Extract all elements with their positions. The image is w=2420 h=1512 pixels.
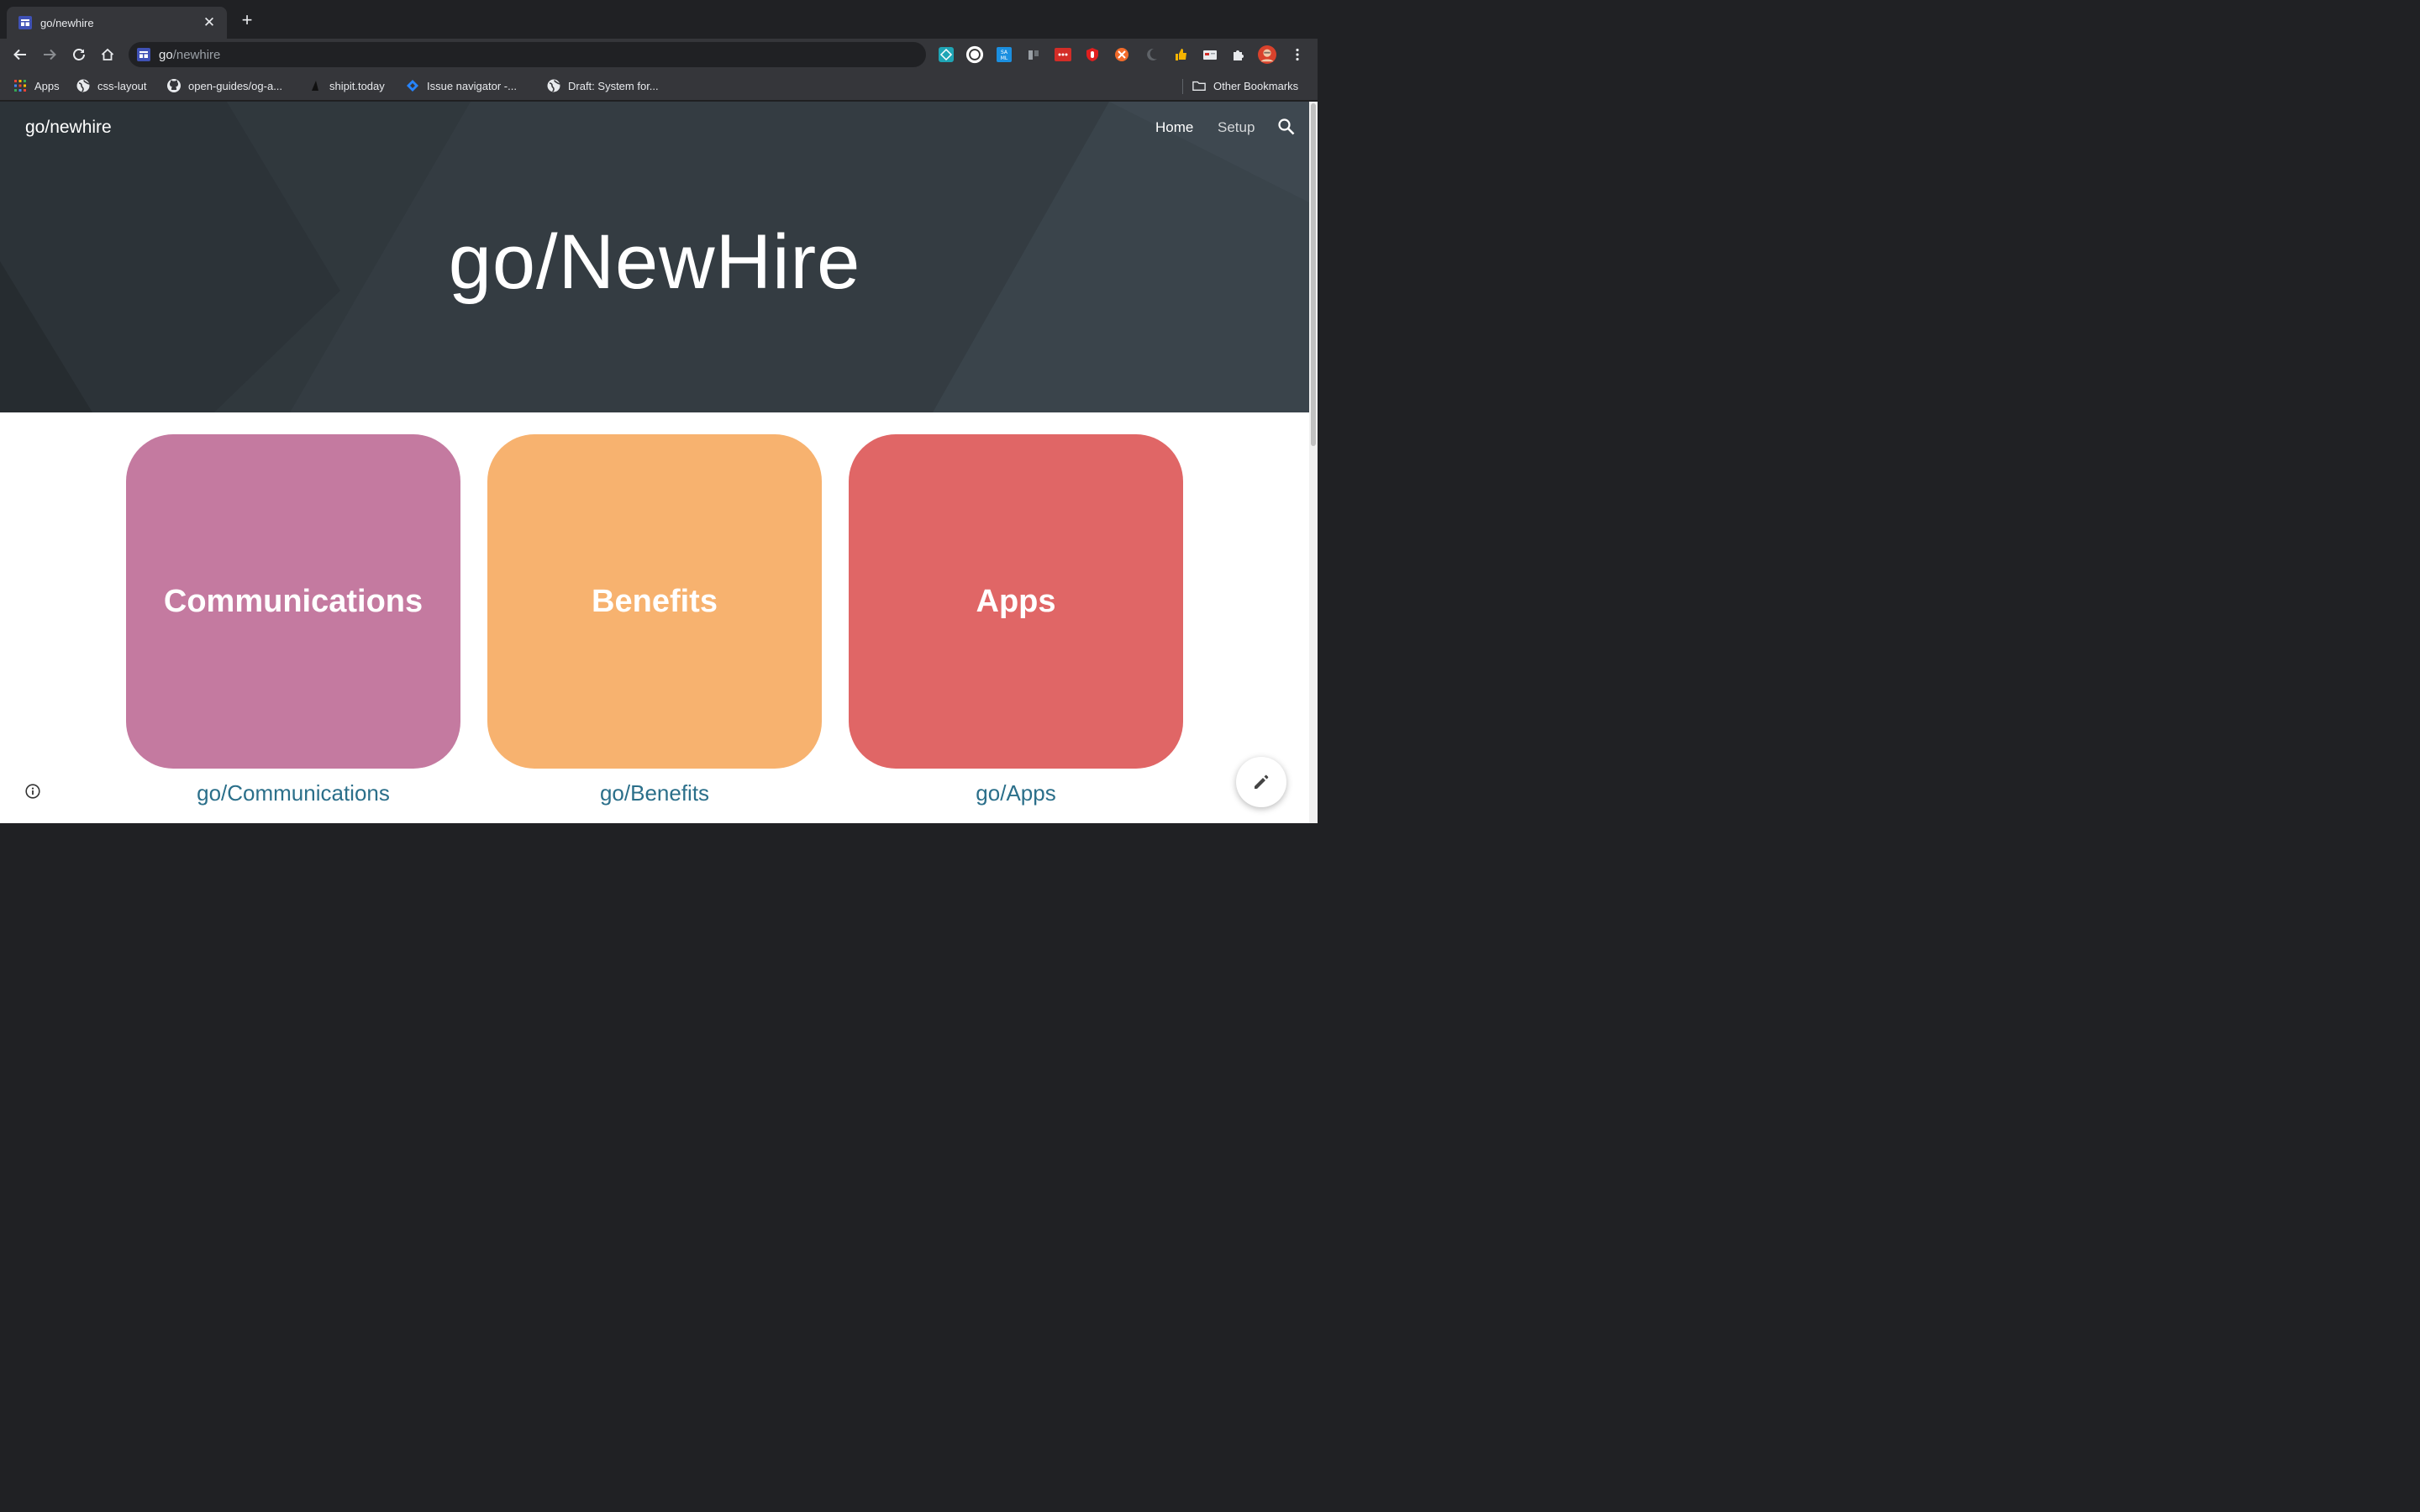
new-tab-icon[interactable]: +: [237, 11, 257, 31]
card-label: Apps: [976, 583, 1056, 619]
card-communications[interactable]: Communications: [126, 434, 460, 769]
sites-favicon-icon: [137, 48, 150, 61]
bookmark-label: Apps: [34, 79, 60, 92]
forward-icon[interactable]: [39, 45, 60, 65]
extension-teal-icon[interactable]: [937, 45, 955, 64]
extensions-puzzle-icon[interactable]: [1229, 45, 1248, 64]
info-icon[interactable]: [25, 784, 40, 799]
ublock-icon[interactable]: [1083, 45, 1102, 64]
bookmark-label: css-layout: [97, 79, 147, 92]
tab-strip: go/newhire ✕ +: [0, 0, 1318, 39]
lastpass-icon[interactable]: [1054, 45, 1072, 64]
nav-setup[interactable]: Setup: [1218, 119, 1255, 136]
other-bookmarks[interactable]: Other Bookmarks: [1192, 78, 1298, 93]
scrollbar-thumb[interactable]: [1311, 103, 1316, 446]
hero-title: go/NewHire: [448, 219, 861, 305]
folder-icon: [1192, 79, 1206, 92]
card-apps[interactable]: Apps: [849, 434, 1183, 769]
globe-icon: [547, 79, 560, 92]
extension-orange-icon[interactable]: [1113, 45, 1131, 64]
extension-circle-icon[interactable]: [965, 45, 984, 64]
bookmark-label: Issue navigator -...: [427, 79, 517, 92]
search-icon[interactable]: [1276, 117, 1297, 137]
jira-icon: [406, 79, 419, 92]
github-icon: [167, 79, 181, 92]
sites-favicon-icon: [18, 16, 32, 29]
reload-icon[interactable]: [69, 45, 89, 65]
pencil-icon: [1255, 774, 1269, 789]
apps-grid-icon: [13, 79, 27, 92]
bookmark-shipit[interactable]: shipit.today: [308, 78, 385, 93]
other-bookmarks-label: Other Bookmarks: [1213, 79, 1299, 92]
edit-button[interactable]: [1236, 757, 1286, 807]
bookmark-draft-system[interactable]: Draft: System for...: [547, 78, 659, 93]
link-apps[interactable]: go/Apps: [849, 780, 1183, 806]
bookmark-issue-navigator[interactable]: Issue navigator -...: [406, 78, 517, 93]
svg-text:SA: SA: [1001, 50, 1008, 55]
bookmarks-divider: [1182, 79, 1183, 94]
link-benefits[interactable]: go/Benefits: [487, 780, 822, 806]
card-label: Benefits: [592, 583, 718, 619]
bookmark-apps[interactable]: Apps: [13, 78, 60, 93]
home-icon[interactable]: [97, 45, 118, 65]
address-bar[interactable]: go/newhire: [129, 42, 926, 67]
link-communications[interactable]: go/Communications: [126, 780, 460, 806]
back-icon[interactable]: [10, 45, 30, 65]
globe-icon: [76, 79, 90, 92]
profile-avatar-icon[interactable]: [1258, 45, 1276, 64]
close-tab-icon[interactable]: ✕: [202, 14, 217, 31]
bookmarks-bar: Apps css-layout open-guides/og-a... ship…: [0, 71, 1318, 101]
bookmark-label: open-guides/og-a...: [188, 79, 283, 92]
card-label: Communications: [163, 583, 424, 619]
bookmark-css-layout[interactable]: css-layout: [76, 78, 147, 93]
bookmark-label: shipit.today: [329, 79, 385, 92]
saml-extension-icon[interactable]: SA ML: [995, 45, 1013, 64]
bookmark-open-guides[interactable]: open-guides/og-a...: [167, 78, 282, 93]
extension-card-icon[interactable]: [1201, 45, 1219, 64]
browser-tab[interactable]: go/newhire ✕: [7, 7, 227, 39]
page-content: go/newhire Home Setup go/NewHire Communi…: [0, 102, 1309, 823]
bookmark-label: Draft: System for...: [568, 79, 659, 92]
hero-banner: go/newhire Home Setup go/NewHire: [0, 102, 1309, 412]
svg-text:ML: ML: [1001, 55, 1008, 61]
nav-home[interactable]: Home: [1155, 119, 1193, 136]
card-benefits[interactable]: Benefits: [487, 434, 822, 769]
page-scrollbar[interactable]: [1309, 102, 1318, 823]
thumbs-up-icon[interactable]: [1171, 45, 1190, 64]
browser-menu-icon[interactable]: [1288, 45, 1307, 64]
url-host: go: [159, 47, 173, 62]
dark-mode-moon-icon[interactable]: [1142, 45, 1160, 64]
sail-icon: [308, 79, 322, 92]
extension-gray-icon[interactable]: [1024, 45, 1043, 64]
browser-toolbar: go/newhire SA ML: [0, 39, 1318, 71]
url-path: /newhire: [172, 47, 221, 62]
site-title[interactable]: go/newhire: [25, 118, 112, 138]
tab-title: go/newhire: [40, 16, 94, 29]
